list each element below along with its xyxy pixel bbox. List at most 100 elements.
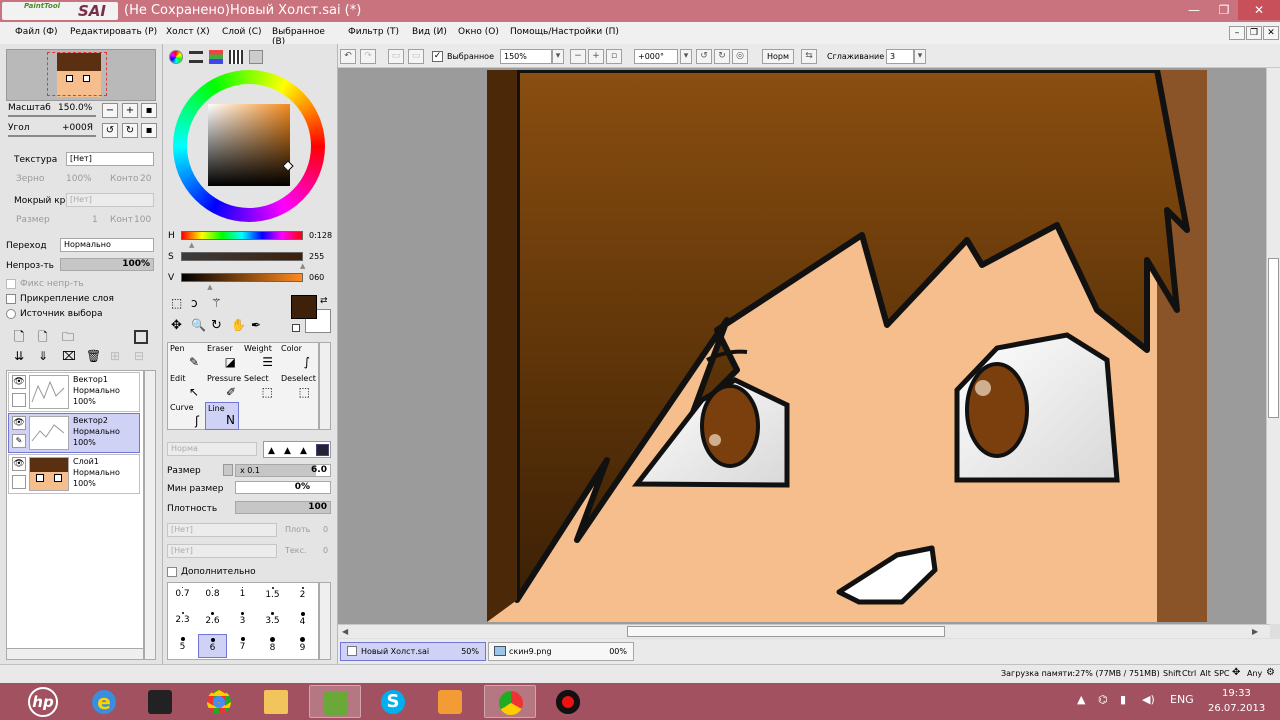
v-slider-thumb[interactable]: ▲ <box>207 283 212 291</box>
swap-colors-icon[interactable]: ⇄ <box>320 296 328 306</box>
brush-texture-select[interactable]: [Нет] <box>167 523 277 537</box>
brush-size-cell[interactable]: 3.5 <box>258 609 287 633</box>
tray-volume-icon[interactable]: ◀) <box>1142 693 1155 706</box>
menu-layer[interactable]: Слой (С) <box>222 27 262 37</box>
clear-layer-icon[interactable]: ⌧ <box>62 349 76 363</box>
hsv-sliders-tab-icon[interactable] <box>209 50 223 64</box>
rotate-right-icon[interactable]: ↻ <box>714 49 730 64</box>
visibility-eye-icon[interactable]: 👁 <box>12 416 26 430</box>
scale-plus-button[interactable]: + <box>122 103 138 118</box>
angle-value[interactable]: +000Я <box>62 123 93 133</box>
transparent-color-icon[interactable] <box>292 324 300 332</box>
menu-filter[interactable]: Фильтр (Т) <box>348 27 399 37</box>
menu-view[interactable]: Вид (И) <box>412 27 447 37</box>
brush-mode-select[interactable]: Норма <box>167 442 257 456</box>
brush-size-cell[interactable]: 1 <box>228 584 257 608</box>
angle-slider[interactable] <box>8 135 96 137</box>
tray-network-icon[interactable]: ⌬ <box>1098 693 1108 706</box>
canvas-vscroll-thumb[interactable] <box>1268 258 1279 418</box>
doc-minimize-button[interactable]: – <box>1229 26 1245 40</box>
layer-list-scrollbar[interactable] <box>144 370 156 660</box>
new-layer-icon[interactable]: 🗋 <box>14 328 24 350</box>
clock-time[interactable]: 19:33 <box>1222 688 1251 699</box>
rect-select-icon[interactable]: ⬚ <box>171 296 182 310</box>
lasso-icon[interactable]: ↄ <box>191 296 198 310</box>
scratchpad-tab-icon[interactable] <box>249 50 263 64</box>
rotate-left-icon[interactable]: ↺ <box>696 49 712 64</box>
brush-size-cell[interactable]: 2.6 <box>198 609 227 633</box>
brush-shape-4-icon[interactable] <box>316 444 329 456</box>
foreground-color-swatch[interactable] <box>291 295 317 319</box>
weight-tool[interactable]: Weight ☰ <box>242 343 276 371</box>
curve-tool[interactable]: Curve ʃ <box>168 402 202 430</box>
brush-size-cell[interactable]: 0.7 <box>168 584 197 608</box>
grain-value[interactable]: 100% <box>66 174 92 184</box>
menu-help[interactable]: Помощь/Настройки (П) <box>510 27 619 37</box>
new-folder-icon[interactable]: 🗀 <box>62 328 74 349</box>
clip-layer-checkbox[interactable] <box>6 294 16 304</box>
size-multiplier-icon[interactable] <box>223 464 233 476</box>
scroll-right-icon[interactable]: ▶ <box>1252 627 1258 636</box>
h-slider-thumb[interactable]: ▲ <box>189 241 194 249</box>
tray-arrow-icon[interactable]: ▲ <box>1077 693 1085 706</box>
s-value[interactable]: 255 <box>309 252 324 261</box>
color-tool[interactable]: Color ∫ <box>279 343 313 371</box>
opacity-slider[interactable]: 100% <box>60 258 154 271</box>
zoom-reset-icon[interactable]: ▫ <box>606 49 622 64</box>
brush-size-cell[interactable]: 6 <box>198 634 227 658</box>
rotate-reset-button[interactable]: ▪ <box>141 123 157 138</box>
taskbar-explorer[interactable] <box>250 685 302 718</box>
menu-canvas[interactable]: Холст (Х) <box>166 27 210 37</box>
v-value[interactable]: 060 <box>309 273 324 282</box>
layer-item-selected[interactable]: 👁 ✎ Вектор2 Нормально 100% <box>8 413 140 453</box>
restore-button[interactable]: ❐ <box>1211 0 1237 20</box>
doc-restore-button[interactable]: ❐ <box>1246 26 1262 40</box>
h-slider[interactable] <box>181 231 303 240</box>
brush-size-cell[interactable]: 3 <box>228 609 257 633</box>
v-slider[interactable] <box>181 273 303 282</box>
merge-down-icon[interactable]: ⇓ <box>38 349 48 363</box>
tool-grid-scrollbar[interactable] <box>319 342 331 430</box>
brush-size-cell[interactable]: 4 <box>288 609 317 633</box>
navigator-preview[interactable] <box>6 49 156 101</box>
smoothing-field[interactable]: 3 <box>886 49 914 64</box>
zoom-in-icon[interactable]: + <box>588 49 604 64</box>
scale-reset-button[interactable]: ▪ <box>141 103 157 118</box>
canvas-hscroll-thumb[interactable] <box>627 626 945 637</box>
texture-select[interactable]: [Нет] <box>66 152 154 166</box>
file-tab-active[interactable]: Новый Холст.sai 50% <box>340 642 486 661</box>
size-slider[interactable]: x 0.1 6.0 <box>235 464 331 477</box>
s-slider-thumb[interactable]: ▲ <box>300 262 305 270</box>
rotate-cw-button[interactable]: ↻ <box>122 123 138 138</box>
clock-date[interactable]: 26.07.2013 <box>1208 703 1265 714</box>
layer-lock-icon[interactable] <box>12 393 26 407</box>
magic-wand-icon[interactable]: ⚚ <box>211 296 222 310</box>
brush-size-cell[interactable]: 5 <box>168 634 197 658</box>
wet-contour-value[interactable]: 100 <box>134 215 151 225</box>
selection-checkbox[interactable]: ✓ <box>432 51 443 62</box>
scale-minus-button[interactable]: − <box>102 103 118 118</box>
wet-size-value[interactable]: 1 <box>92 215 98 225</box>
brush-shape-3-icon[interactable]: ▲ <box>300 446 307 456</box>
rotate-reset-icon[interactable]: ◎ <box>732 49 748 64</box>
scale-slider[interactable] <box>8 115 96 117</box>
min-size-slider[interactable]: 0% <box>235 481 331 494</box>
visibility-eye-icon[interactable]: 👁 <box>12 457 26 471</box>
brush-shape-selector[interactable]: ▲ ▲ ▲ <box>263 441 331 458</box>
eraser-tool[interactable]: Eraser ◪ <box>205 343 239 371</box>
layer-mask-icon[interactable] <box>134 330 148 344</box>
brush-shape-1-icon[interactable]: ▲ <box>268 446 275 456</box>
brush-size-cell[interactable]: 1.5 <box>258 584 287 608</box>
doc-close-button[interactable]: ✕ <box>1263 26 1279 40</box>
selection-source-checkbox[interactable] <box>6 309 16 319</box>
brush-size-cell[interactable]: 8 <box>258 634 287 658</box>
pen-tool[interactable]: Pen ✎ <box>168 343 202 371</box>
tray-wifi-icon[interactable]: ▮ <box>1120 693 1126 706</box>
taskbar-chrome[interactable] <box>193 685 245 718</box>
eyedropper-icon[interactable]: ✒ <box>251 318 261 332</box>
taskbar-paint-tool-sai[interactable] <box>309 685 361 718</box>
edit-tool[interactable]: Edit ↖ <box>168 373 202 401</box>
smoothing-dropdown-icon[interactable]: ▾ <box>914 49 926 64</box>
swatches-tab-icon[interactable] <box>229 50 243 64</box>
move-icon[interactable]: ✥ <box>171 318 182 333</box>
